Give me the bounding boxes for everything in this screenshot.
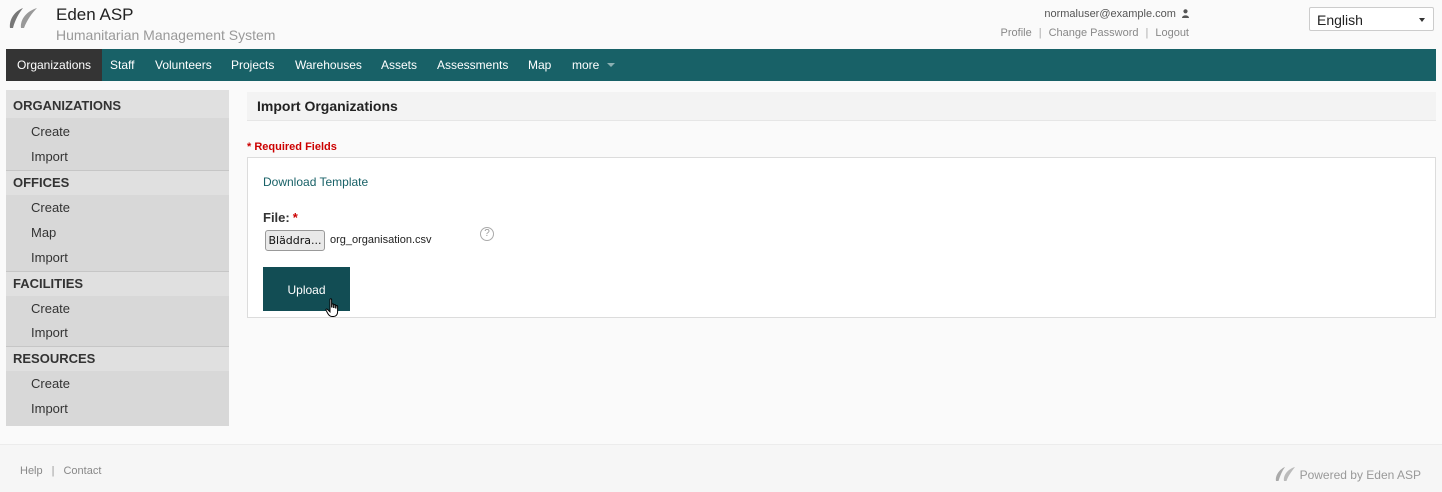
sidebar-item-resources-import[interactable]: Import bbox=[31, 401, 68, 417]
sidebar-item-facilities-import[interactable]: Import bbox=[31, 325, 68, 341]
sidebar-heading-offices[interactable]: OFFICES bbox=[6, 170, 229, 194]
eden-logo-icon[interactable] bbox=[7, 7, 41, 29]
sidebar-item-organizations-import[interactable]: Import bbox=[31, 149, 68, 165]
app-title: Eden ASP bbox=[56, 5, 134, 24]
sidebar-heading-facilities[interactable]: FACILITIES bbox=[6, 271, 229, 295]
browse-file-button[interactable]: Bläddra... bbox=[265, 230, 325, 251]
sidebar-item-offices-create[interactable]: Create bbox=[31, 200, 70, 216]
file-field-label: File: * bbox=[263, 210, 298, 225]
user-email-text: normaluser@example.com bbox=[1044, 8, 1176, 20]
nav-item-assets[interactable]: Assets bbox=[370, 49, 428, 81]
app-subtitle: Humanitarian Management System bbox=[56, 27, 276, 43]
footer-contact-link[interactable]: Contact bbox=[63, 465, 101, 477]
nav-more-label: more bbox=[572, 58, 600, 72]
user-links: Profile | Change Password | Logout bbox=[1001, 27, 1189, 39]
nav-item-map[interactable]: Map bbox=[517, 49, 562, 81]
header: Eden ASP Humanitarian Management System … bbox=[0, 0, 1442, 49]
separator: | bbox=[1038, 27, 1042, 39]
download-template-link[interactable]: Download Template bbox=[263, 175, 368, 189]
nav-item-staff[interactable]: Staff bbox=[99, 49, 145, 81]
selected-file-name: org_organisation.csv bbox=[330, 234, 432, 246]
required-marker: * bbox=[292, 210, 298, 225]
sidebar-heading-resources[interactable]: RESOURCES bbox=[6, 346, 229, 370]
nav-item-volunteers[interactable]: Volunteers bbox=[144, 49, 223, 81]
language-value: English bbox=[1317, 12, 1363, 28]
sidebar: ORGANIZATIONS Create Import OFFICES Crea… bbox=[6, 90, 229, 426]
user-icon bbox=[1182, 9, 1189, 18]
separator: | bbox=[1145, 27, 1149, 39]
chevron-down-icon bbox=[1419, 18, 1425, 22]
sidebar-item-resources-create[interactable]: Create bbox=[31, 376, 70, 392]
file-label-text: File: bbox=[263, 210, 290, 225]
sidebar-item-offices-map[interactable]: Map bbox=[31, 225, 56, 241]
nav-item-more[interactable]: more bbox=[561, 49, 626, 81]
sidebar-heading-organizations[interactable]: ORGANIZATIONS bbox=[6, 94, 229, 118]
footer-links: Help | Contact bbox=[20, 465, 101, 477]
nav-item-organizations[interactable]: Organizations bbox=[6, 49, 103, 81]
chevron-down-icon bbox=[607, 63, 616, 67]
footer-help-link[interactable]: Help bbox=[20, 465, 43, 477]
sidebar-item-facilities-create[interactable]: Create bbox=[31, 301, 70, 317]
logout-link[interactable]: Logout bbox=[1155, 27, 1189, 39]
page-title-bar bbox=[247, 92, 1436, 121]
eden-logo-icon bbox=[1275, 467, 1295, 481]
language-select[interactable]: English bbox=[1309, 7, 1434, 31]
change-password-link[interactable]: Change Password bbox=[1049, 27, 1139, 39]
help-icon[interactable]: ? bbox=[480, 227, 494, 241]
nav-item-projects[interactable]: Projects bbox=[220, 49, 285, 81]
user-email: normaluser@example.com bbox=[1044, 8, 1189, 20]
sidebar-item-organizations-create[interactable]: Create bbox=[31, 124, 70, 140]
profile-link[interactable]: Profile bbox=[1001, 27, 1032, 39]
nav-item-warehouses[interactable]: Warehouses bbox=[284, 49, 373, 81]
required-fields-note: * Required Fields bbox=[247, 141, 337, 153]
hand-cursor-icon bbox=[325, 298, 339, 317]
page-title: Import Organizations bbox=[257, 98, 398, 114]
nav-item-assessments[interactable]: Assessments bbox=[426, 49, 519, 81]
footer bbox=[0, 444, 1442, 492]
sidebar-item-offices-import[interactable]: Import bbox=[31, 250, 68, 266]
powered-by-text: Powered by Eden ASP bbox=[1299, 468, 1421, 482]
separator: | bbox=[51, 465, 55, 477]
main-nav: Organizations Staff Volunteers Projects … bbox=[6, 49, 1436, 81]
